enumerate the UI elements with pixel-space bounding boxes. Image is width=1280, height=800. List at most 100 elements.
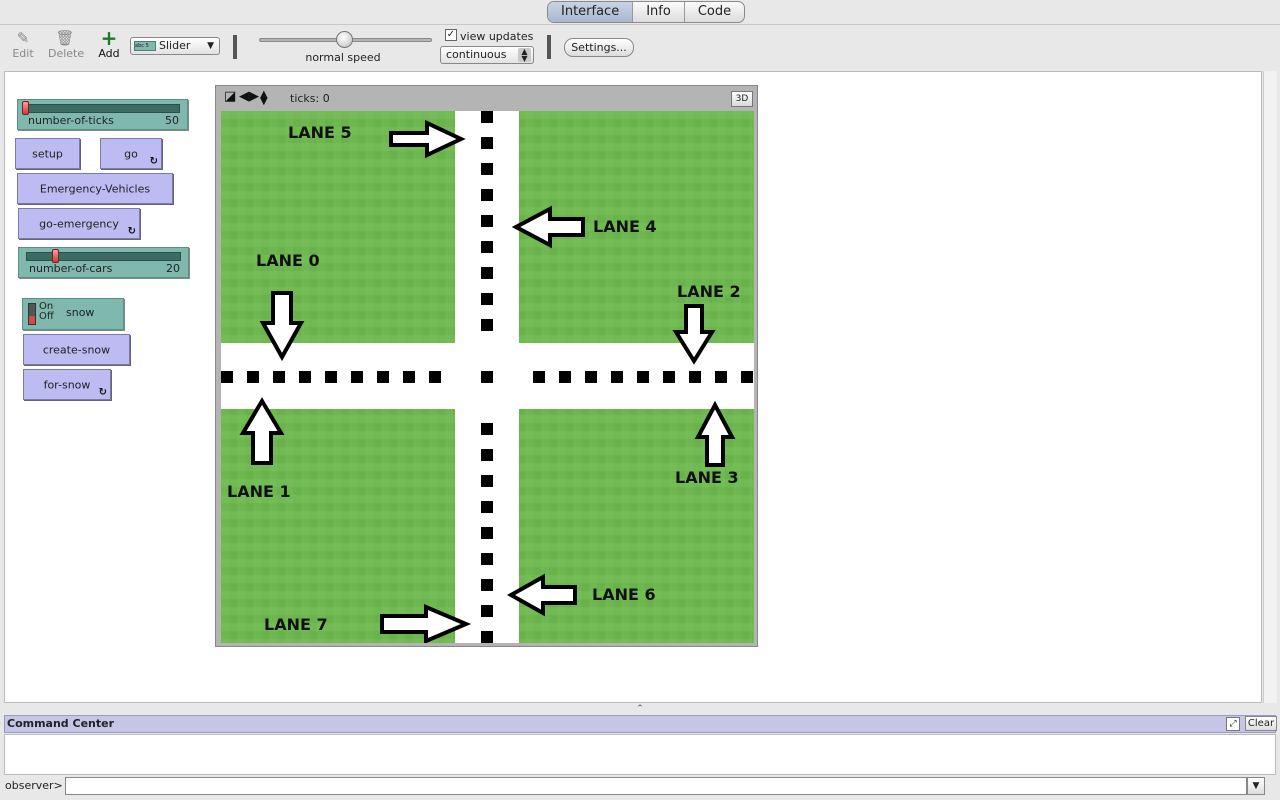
horizontal-resize-icon[interactable]: ◀▶ bbox=[239, 90, 259, 103]
command-input[interactable] bbox=[65, 777, 1247, 795]
for-snow-button[interactable]: for-snow ↻ bbox=[23, 369, 111, 400]
trash-icon: 🗑 bbox=[55, 29, 75, 47]
view-control-bar: ◪ ◀▶ ▲ ▼ ticks: 0 3D bbox=[216, 86, 757, 110]
vertical-resize-icon[interactable]: ▲ ▼ bbox=[260, 90, 268, 107]
emergency-vehicles-button[interactable]: Emergency-Vehicles bbox=[17, 173, 173, 204]
plus-icon: + bbox=[100, 26, 118, 50]
lane-marking bbox=[403, 371, 415, 383]
lane-marking bbox=[351, 371, 363, 383]
lane-marking bbox=[481, 449, 493, 461]
lane-marking bbox=[559, 371, 571, 383]
lane-marking bbox=[481, 293, 493, 305]
chevron-down-icon[interactable]: ▼ bbox=[1247, 777, 1265, 795]
lane-marking bbox=[481, 475, 493, 487]
slider-widget-icon: abc 5 bbox=[134, 41, 156, 51]
lane-marking bbox=[481, 241, 493, 253]
slider-thumb[interactable] bbox=[52, 249, 59, 263]
view-updates-checkbox[interactable]: ✓ bbox=[445, 29, 457, 41]
command-center-divider[interactable]: ⌃ bbox=[0, 703, 1280, 715]
forever-icon: ↻ bbox=[149, 156, 158, 167]
add-button[interactable]: + Add bbox=[97, 26, 121, 60]
lane-marking bbox=[481, 267, 493, 279]
slider-thumb[interactable] bbox=[22, 101, 29, 115]
world-canvas[interactable]: LANE 5 LANE 4 LANE 0 LANE 2 LANE 1 LANE … bbox=[221, 111, 754, 643]
slider-name: number-of-cars bbox=[29, 262, 113, 275]
world-view: ◪ ◀▶ ▲ ▼ ticks: 0 3D LANE 5 LANE 4 LANE … bbox=[215, 85, 758, 647]
lane-marking bbox=[273, 371, 285, 383]
observer-prompt[interactable]: observer> bbox=[5, 779, 63, 792]
tab-info[interactable]: Info bbox=[633, 2, 685, 22]
lane-marking bbox=[481, 371, 493, 383]
update-mode-select[interactable]: continuous ▲ ▼ bbox=[440, 46, 534, 64]
lane-marking bbox=[481, 527, 493, 539]
tab-interface[interactable]: Interface bbox=[548, 2, 634, 22]
speed-slider-knob[interactable] bbox=[336, 31, 353, 48]
delete-button[interactable]: 🗑 Delete bbox=[48, 29, 85, 60]
slider-value: 50 bbox=[165, 114, 179, 127]
lane-marking bbox=[611, 371, 623, 383]
lane-4-label: LANE 4 bbox=[593, 217, 657, 236]
lane-marking bbox=[663, 371, 675, 383]
setup-button-label: setup bbox=[32, 147, 63, 160]
lane-marking bbox=[481, 319, 493, 331]
settings-button[interactable]: Settings... bbox=[564, 38, 634, 57]
widget-type-select[interactable]: abc 5 Slider ▼ bbox=[130, 37, 220, 55]
ticks-counter: ticks: 0 bbox=[290, 92, 330, 105]
clear-button[interactable]: Clear bbox=[1245, 716, 1277, 731]
lane-marking bbox=[481, 163, 493, 175]
lane-2-label: LANE 2 bbox=[677, 282, 741, 301]
lane-marking bbox=[481, 423, 493, 435]
snow-switch[interactable]: On Off snow bbox=[22, 298, 124, 330]
switch-toggle[interactable] bbox=[28, 303, 36, 325]
toolbar-separator bbox=[233, 35, 237, 59]
lane-7-label: LANE 7 bbox=[264, 615, 328, 634]
edit-button[interactable]: ✎ Edit bbox=[12, 29, 34, 60]
chevron-down-icon: ▼ bbox=[207, 41, 214, 51]
setup-button[interactable]: setup bbox=[15, 138, 80, 169]
widget-type-value: Slider bbox=[159, 39, 191, 52]
lane-marking bbox=[481, 189, 493, 201]
slider-name: number-of-ticks bbox=[28, 114, 114, 127]
command-center-header: Command Center ⤢ Clear bbox=[4, 715, 1277, 733]
tab-code[interactable]: Code bbox=[685, 2, 744, 22]
lane-marking bbox=[325, 371, 337, 383]
slider-track bbox=[26, 252, 181, 261]
lane-marking bbox=[689, 371, 701, 383]
speed-label: normal speed bbox=[305, 51, 381, 64]
lane-marking bbox=[715, 371, 727, 383]
vertical-scrollbar[interactable] bbox=[1263, 71, 1277, 703]
lane-5-label: LANE 5 bbox=[288, 123, 352, 142]
shape-editor-icon[interactable]: ◪ bbox=[224, 90, 236, 103]
tab-bar: Interface Info Code bbox=[547, 1, 746, 23]
lane-marking bbox=[585, 371, 597, 383]
lane-marking bbox=[533, 371, 545, 383]
go-emergency-label: go-emergency bbox=[39, 217, 119, 230]
lane-marking bbox=[481, 215, 493, 227]
number-of-ticks-slider[interactable]: number-of-ticks 50 bbox=[17, 99, 188, 130]
lane-marking bbox=[481, 111, 493, 123]
slider-track bbox=[25, 104, 180, 113]
expand-icon[interactable]: ⤢ bbox=[1226, 717, 1240, 731]
go-emergency-button[interactable]: go-emergency ↻ bbox=[18, 208, 140, 239]
update-mode-value: continuous bbox=[446, 48, 507, 61]
lane-marking bbox=[377, 371, 389, 383]
updown-arrows-icon: ▲ ▼ bbox=[518, 48, 531, 63]
switch-on-off-labels: On Off bbox=[39, 301, 54, 322]
add-label: Add bbox=[98, 47, 120, 60]
lane-marking bbox=[481, 137, 493, 149]
emergency-vehicles-label: Emergency-Vehicles bbox=[39, 182, 151, 195]
lane-marking bbox=[637, 371, 649, 383]
lane-marking bbox=[429, 371, 441, 383]
forever-icon: ↻ bbox=[127, 226, 136, 237]
lane-marking bbox=[221, 371, 233, 383]
toolbar-separator bbox=[547, 35, 551, 59]
3d-view-button[interactable]: 3D bbox=[731, 91, 753, 107]
slider-value: 20 bbox=[166, 262, 180, 275]
lane-marking bbox=[481, 579, 493, 591]
lane-marking bbox=[481, 605, 493, 617]
number-of-cars-slider[interactable]: number-of-cars 20 bbox=[18, 247, 189, 278]
delete-label: Delete bbox=[48, 47, 85, 60]
create-snow-button[interactable]: create-snow bbox=[23, 334, 130, 365]
go-button[interactable]: go ↻ bbox=[100, 138, 162, 169]
edit-label: Edit bbox=[12, 47, 34, 60]
